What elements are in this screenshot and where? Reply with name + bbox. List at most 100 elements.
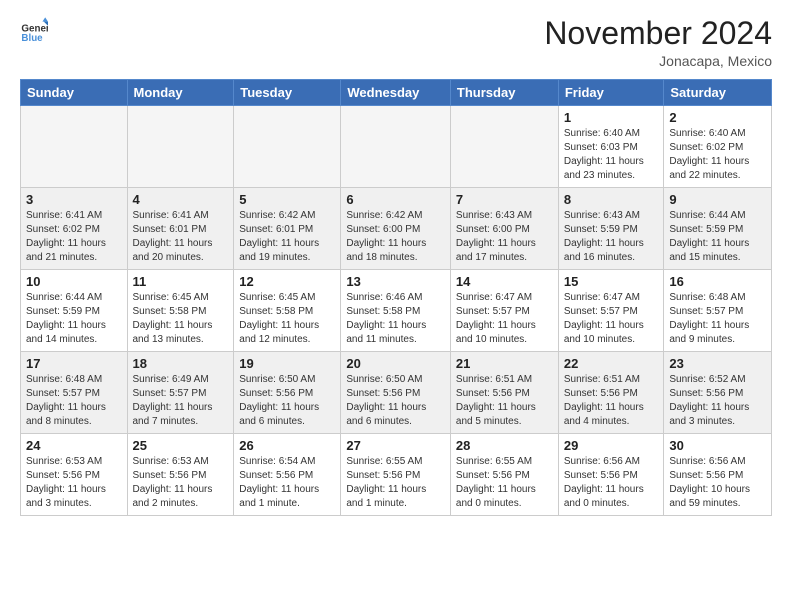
svg-text:Blue: Blue xyxy=(21,33,43,44)
col-friday: Friday xyxy=(558,80,664,106)
day-info: Sunrise: 6:55 AM Sunset: 5:56 PM Dayligh… xyxy=(346,455,445,511)
col-thursday: Thursday xyxy=(450,80,558,106)
day-info: Sunrise: 6:56 AM Sunset: 5:56 PM Dayligh… xyxy=(669,455,766,511)
week-row-3: 10 Sunrise: 6:44 AM Sunset: 5:59 PM Dayli… xyxy=(21,270,772,352)
day-number: 10 xyxy=(26,274,122,289)
day-number: 17 xyxy=(26,356,122,371)
day-number: 19 xyxy=(239,356,335,371)
day-number: 29 xyxy=(564,438,659,453)
day-cell: 3 Sunrise: 6:41 AM Sunset: 6:02 PM Daylig… xyxy=(21,188,128,270)
day-cell: 13 Sunrise: 6:46 AM Sunset: 5:58 PM Dayli… xyxy=(341,270,451,352)
day-number: 9 xyxy=(669,192,766,207)
day-info: Sunrise: 6:47 AM Sunset: 5:57 PM Dayligh… xyxy=(456,291,553,347)
day-info: Sunrise: 6:54 AM Sunset: 5:56 PM Dayligh… xyxy=(239,455,335,511)
day-cell xyxy=(127,106,234,188)
day-info: Sunrise: 6:42 AM Sunset: 6:00 PM Dayligh… xyxy=(346,209,445,265)
day-cell: 23Sunrise: 6:52 AM Sunset: 5:56 PM Dayli… xyxy=(664,352,772,434)
day-info: Sunrise: 6:44 AM Sunset: 5:59 PM Dayligh… xyxy=(26,291,122,347)
day-info: Sunrise: 6:50 AM Sunset: 5:56 PM Dayligh… xyxy=(346,373,445,429)
day-number: 13 xyxy=(346,274,445,289)
day-info: Sunrise: 6:48 AM Sunset: 5:57 PM Dayligh… xyxy=(669,291,766,347)
day-info: Sunrise: 6:43 AM Sunset: 6:00 PM Dayligh… xyxy=(456,209,553,265)
day-cell: 16 Sunrise: 6:48 AM Sunset: 5:57 PM Dayli… xyxy=(664,270,772,352)
day-cell: 1 Sunrise: 6:40 AM Sunset: 6:03 PM Daylig… xyxy=(558,106,664,188)
day-number: 30 xyxy=(669,438,766,453)
day-cell: 4 Sunrise: 6:41 AM Sunset: 6:01 PM Daylig… xyxy=(127,188,234,270)
day-info: Sunrise: 6:53 AM Sunset: 5:56 PM Dayligh… xyxy=(26,455,122,511)
col-wednesday: Wednesday xyxy=(341,80,451,106)
day-info: Sunrise: 6:50 AM Sunset: 5:56 PM Dayligh… xyxy=(239,373,335,429)
col-saturday: Saturday xyxy=(664,80,772,106)
day-cell: 29 Sunrise: 6:56 AM Sunset: 5:56 PM Dayli… xyxy=(558,434,664,516)
day-info: Sunrise: 6:49 AM Sunset: 5:57 PM Dayligh… xyxy=(133,373,229,429)
day-number: 24 xyxy=(26,438,122,453)
month-title: November 2024 xyxy=(544,16,772,51)
col-tuesday: Tuesday xyxy=(234,80,341,106)
day-cell: 9 Sunrise: 6:44 AM Sunset: 5:59 PM Daylig… xyxy=(664,188,772,270)
day-cell xyxy=(341,106,451,188)
day-number: 4 xyxy=(133,192,229,207)
week-row-1: 1 Sunrise: 6:40 AM Sunset: 6:03 PM Daylig… xyxy=(21,106,772,188)
day-number: 1 xyxy=(564,110,659,125)
day-number: 3 xyxy=(26,192,122,207)
day-info: Sunrise: 6:56 AM Sunset: 5:56 PM Dayligh… xyxy=(564,455,659,511)
day-cell: 12 Sunrise: 6:45 AM Sunset: 5:58 PM Dayli… xyxy=(234,270,341,352)
col-sunday: Sunday xyxy=(21,80,128,106)
day-cell: 30 Sunrise: 6:56 AM Sunset: 5:56 PM Dayli… xyxy=(664,434,772,516)
day-info: Sunrise: 6:46 AM Sunset: 5:58 PM Dayligh… xyxy=(346,291,445,347)
day-number: 2 xyxy=(669,110,766,125)
day-cell: 24 Sunrise: 6:53 AM Sunset: 5:56 PM Dayli… xyxy=(21,434,128,516)
day-cell: 20 Sunrise: 6:50 AM Sunset: 5:56 PM Dayli… xyxy=(341,352,451,434)
day-cell: 19 Sunrise: 6:50 AM Sunset: 5:56 PM Dayli… xyxy=(234,352,341,434)
day-number: 21 xyxy=(456,356,553,371)
day-info: Sunrise: 6:44 AM Sunset: 5:59 PM Dayligh… xyxy=(669,209,766,265)
header-row: Sunday Monday Tuesday Wednesday Thursday… xyxy=(21,80,772,106)
day-cell: 7 Sunrise: 6:43 AM Sunset: 6:00 PM Daylig… xyxy=(450,188,558,270)
day-cell: 27 Sunrise: 6:55 AM Sunset: 5:56 PM Dayli… xyxy=(341,434,451,516)
day-info: Sunrise: 6:41 AM Sunset: 6:02 PM Dayligh… xyxy=(26,209,122,265)
day-cell xyxy=(21,106,128,188)
day-info: Sunrise: 6:47 AM Sunset: 5:57 PM Dayligh… xyxy=(564,291,659,347)
day-cell: 25Sunrise: 6:53 AM Sunset: 5:56 PM Dayli… xyxy=(127,434,234,516)
day-cell: 8 Sunrise: 6:43 AM Sunset: 5:59 PM Daylig… xyxy=(558,188,664,270)
day-number: 26 xyxy=(239,438,335,453)
day-cell: 15 Sunrise: 6:47 AM Sunset: 5:57 PM Dayli… xyxy=(558,270,664,352)
week-row-4: 17 Sunrise: 6:48 AM Sunset: 5:57 PM Dayli… xyxy=(21,352,772,434)
day-cell: 5Sunrise: 6:42 AM Sunset: 6:01 PM Daylig… xyxy=(234,188,341,270)
day-info: Sunrise: 6:45 AM Sunset: 5:58 PM Dayligh… xyxy=(239,291,335,347)
day-number: 28 xyxy=(456,438,553,453)
day-info: Sunrise: 6:52 AM Sunset: 5:56 PM Dayligh… xyxy=(669,373,766,429)
day-cell: 10 Sunrise: 6:44 AM Sunset: 5:59 PM Dayli… xyxy=(21,270,128,352)
day-cell: 11 Sunrise: 6:45 AM Sunset: 5:58 PM Dayli… xyxy=(127,270,234,352)
calendar-table: Sunday Monday Tuesday Wednesday Thursday… xyxy=(20,79,772,516)
day-info: Sunrise: 6:45 AM Sunset: 5:58 PM Dayligh… xyxy=(133,291,229,347)
logo-icon: General Blue xyxy=(20,16,48,44)
day-number: 16 xyxy=(669,274,766,289)
day-number: 27 xyxy=(346,438,445,453)
day-number: 12 xyxy=(239,274,335,289)
logo: General Blue xyxy=(20,16,48,44)
day-number: 15 xyxy=(564,274,659,289)
day-number: 20 xyxy=(346,356,445,371)
title-block: November 2024 Jonacapa, Mexico xyxy=(544,16,772,69)
location: Jonacapa, Mexico xyxy=(544,53,772,69)
day-number: 22 xyxy=(564,356,659,371)
week-row-5: 24 Sunrise: 6:53 AM Sunset: 5:56 PM Dayli… xyxy=(21,434,772,516)
day-number: 7 xyxy=(456,192,553,207)
day-number: 8 xyxy=(564,192,659,207)
day-cell xyxy=(450,106,558,188)
day-cell: 22Sunrise: 6:51 AM Sunset: 5:56 PM Dayli… xyxy=(558,352,664,434)
header: General Blue November 2024 Jonacapa, Mex… xyxy=(20,16,772,69)
day-info: Sunrise: 6:48 AM Sunset: 5:57 PM Dayligh… xyxy=(26,373,122,429)
day-cell: 2Sunrise: 6:40 AM Sunset: 6:02 PM Daylig… xyxy=(664,106,772,188)
day-info: Sunrise: 6:41 AM Sunset: 6:01 PM Dayligh… xyxy=(133,209,229,265)
day-info: Sunrise: 6:40 AM Sunset: 6:03 PM Dayligh… xyxy=(564,127,659,183)
day-info: Sunrise: 6:51 AM Sunset: 5:56 PM Dayligh… xyxy=(456,373,553,429)
day-number: 11 xyxy=(133,274,229,289)
day-cell: 28Sunrise: 6:55 AM Sunset: 5:56 PM Dayli… xyxy=(450,434,558,516)
day-number: 6 xyxy=(346,192,445,207)
day-number: 18 xyxy=(133,356,229,371)
day-cell: 14 Sunrise: 6:47 AM Sunset: 5:57 PM Dayli… xyxy=(450,270,558,352)
day-info: Sunrise: 6:43 AM Sunset: 5:59 PM Dayligh… xyxy=(564,209,659,265)
day-number: 14 xyxy=(456,274,553,289)
